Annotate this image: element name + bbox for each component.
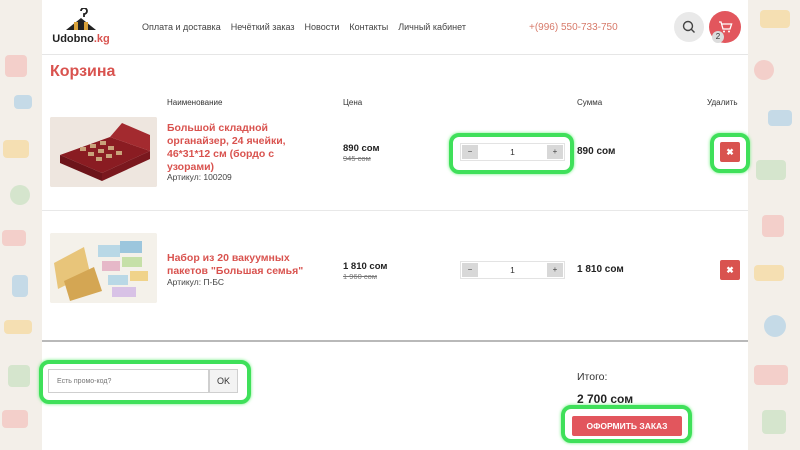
product-name-link[interactable]: Набор из 20 вакуумных пакетов "Большая с… bbox=[167, 252, 327, 278]
product-name-link[interactable]: Большой складной органайзер, 24 ячейки, … bbox=[167, 122, 317, 174]
logo-tld: .kg bbox=[93, 33, 110, 45]
nav-fuzzy-order[interactable]: Нечёткий заказ bbox=[231, 22, 295, 32]
highlight-quantity bbox=[449, 133, 574, 174]
product-image-organizer[interactable] bbox=[50, 117, 157, 187]
product-price: 890 сом bbox=[343, 143, 380, 154]
product-price: 1 810 сом bbox=[343, 261, 388, 272]
product-name-line: органайзер, 24 ячейки, bbox=[167, 135, 286, 147]
site-header: Udobno.kg Оплата и доставка Нечёткий зак… bbox=[42, 0, 748, 55]
row-divider bbox=[42, 210, 748, 211]
site-logo[interactable]: Udobno.kg bbox=[50, 8, 112, 48]
column-header-sum: Сумма bbox=[577, 98, 603, 107]
quantity-stepper: − 1 + bbox=[460, 261, 565, 279]
logo-word: Udobno bbox=[52, 33, 94, 45]
page-title: Корзина bbox=[50, 63, 116, 80]
main-nav: Оплата и доставка Нечёткий заказ Новости… bbox=[142, 22, 476, 32]
highlight-delete bbox=[710, 133, 750, 173]
vacuum-bags-image bbox=[50, 233, 157, 303]
product-old-price: 1 960 сом bbox=[343, 272, 378, 281]
background-doodles-left bbox=[0, 0, 42, 450]
cart-page: Udobno.kg Оплата и доставка Нечёткий зак… bbox=[39, 0, 750, 450]
close-icon: ✖ bbox=[726, 265, 734, 275]
delete-item-button[interactable]: ✖ bbox=[720, 260, 740, 280]
quantity-increase-button[interactable]: + bbox=[547, 263, 563, 277]
nav-payment-delivery[interactable]: Оплата и доставка bbox=[142, 22, 221, 32]
background-doodles-right bbox=[748, 0, 800, 450]
highlight-checkout bbox=[561, 405, 692, 443]
product-article: Артикул: П-БС bbox=[167, 277, 224, 287]
product-image-vacuum-bags[interactable] bbox=[50, 233, 157, 303]
column-header-name: Наименование bbox=[167, 98, 223, 107]
cart-count-badge: 2 bbox=[712, 31, 724, 43]
nav-contacts[interactable]: Контакты bbox=[349, 22, 388, 32]
logo-text: Udobno.kg bbox=[50, 33, 112, 45]
product-name-line: 46*31*12 см (бордо с bbox=[167, 148, 275, 160]
total-label: Итого: bbox=[577, 371, 608, 383]
hanger-logo-icon bbox=[66, 8, 96, 30]
quantity-decrease-button[interactable]: − bbox=[462, 263, 478, 277]
organizer-image bbox=[50, 117, 157, 187]
search-icon bbox=[682, 20, 695, 33]
product-article: Артикул: 100209 bbox=[167, 172, 232, 182]
product-sum: 890 сом bbox=[577, 146, 616, 157]
quantity-input[interactable]: 1 bbox=[481, 265, 544, 275]
product-name-line: Набор из 20 вакуумных bbox=[167, 252, 290, 264]
column-header-delete: Удалить bbox=[707, 98, 738, 107]
search-button[interactable] bbox=[674, 12, 704, 42]
nav-account[interactable]: Личный кабинет bbox=[398, 22, 466, 32]
product-old-price: 945 сом bbox=[343, 154, 371, 163]
total-value: 2 700 сом bbox=[577, 392, 634, 406]
phone-number[interactable]: +(996) 550-733-750 bbox=[529, 22, 618, 33]
column-header-price: Цена bbox=[343, 98, 363, 107]
product-name-line: Большой складной bbox=[167, 122, 268, 134]
cart-divider bbox=[42, 340, 748, 342]
product-sum: 1 810 сом bbox=[577, 264, 624, 275]
highlight-promo bbox=[39, 360, 251, 404]
nav-news[interactable]: Новости bbox=[305, 22, 340, 32]
